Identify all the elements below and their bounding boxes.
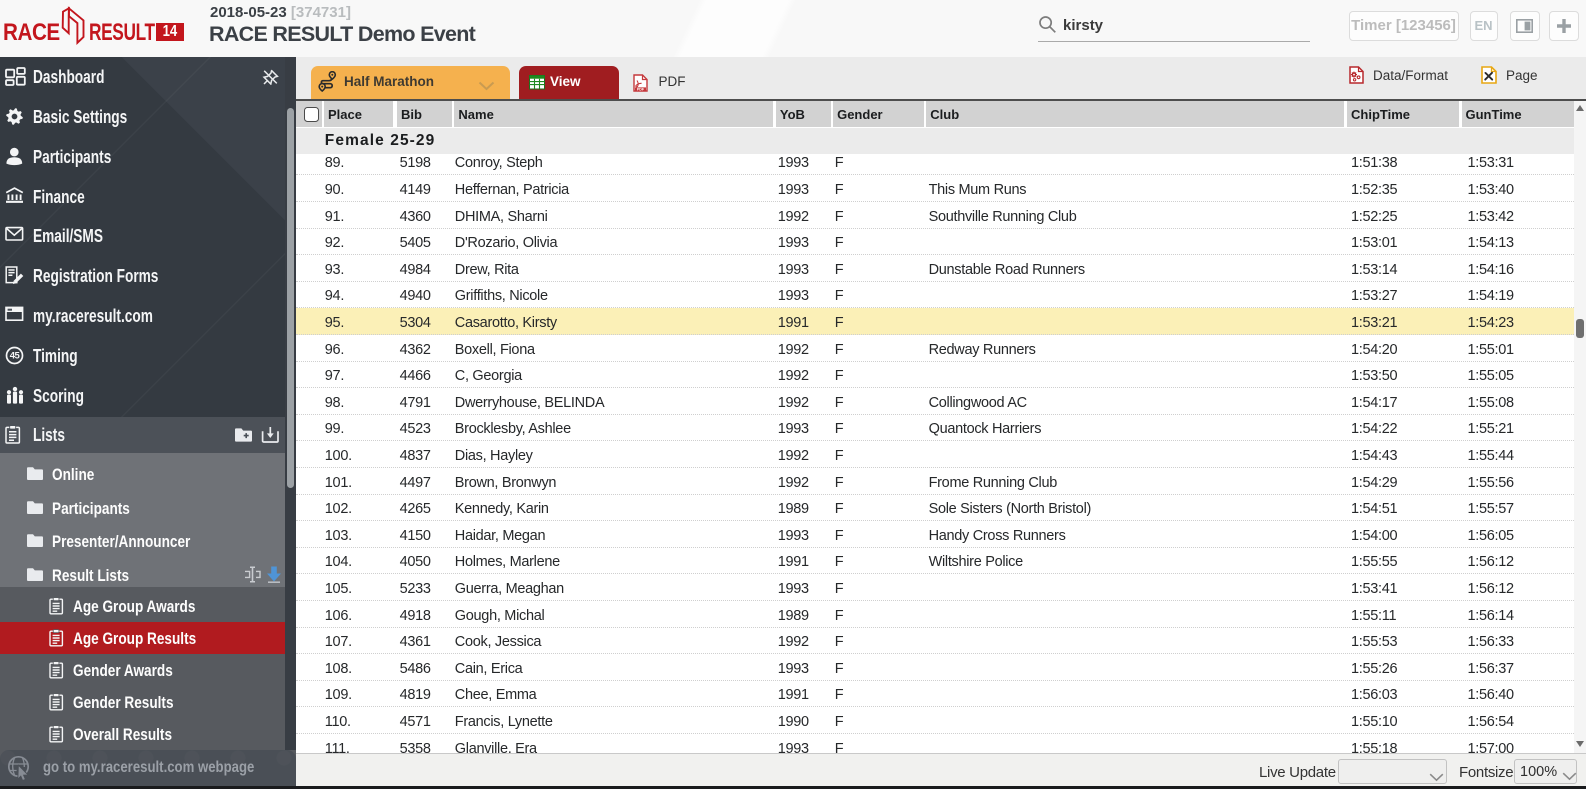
svg-text:45: 45 [9, 350, 20, 361]
svg-text:PDF: PDF [636, 87, 644, 91]
